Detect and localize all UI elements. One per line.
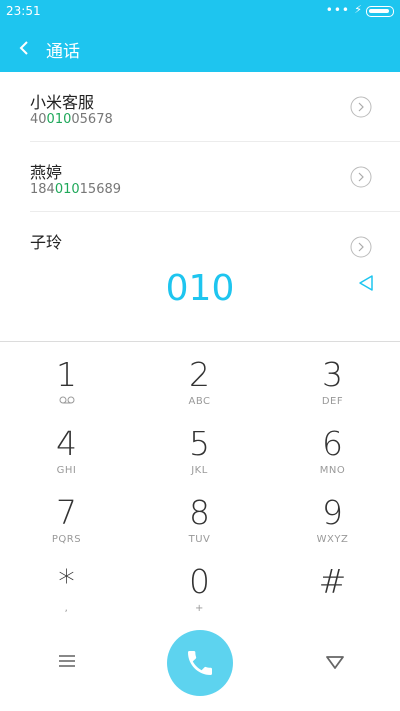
back-arrow-icon[interactable]	[14, 36, 36, 60]
number-suffix: 15689	[79, 182, 122, 197]
contact-number: 4001005678	[30, 112, 113, 127]
charging-icon: ⚡	[354, 3, 362, 16]
key-2[interactable]: 2 ABC	[133, 346, 266, 414]
dialed-number: 010	[165, 268, 235, 309]
contact-match-list: 小米客服 4001005678 燕婷 18401015689 子玲	[0, 72, 400, 258]
key-1[interactable]: 1	[0, 346, 133, 414]
number-match: 010	[46, 112, 72, 127]
key-letters: TUV	[188, 534, 211, 545]
key-digit: 9	[322, 493, 343, 532]
backspace-icon[interactable]	[358, 274, 374, 292]
key-digit: 6	[322, 424, 343, 463]
signal-dots-icon: •••	[325, 3, 350, 17]
contact-name: 小米客服	[30, 93, 95, 112]
status-bar: 23:51 ••• ⚡	[0, 0, 400, 24]
key-digit: 2	[189, 355, 210, 394]
contact-item[interactable]: 燕婷 18401015689	[30, 142, 400, 212]
key-8[interactable]: 8 TUV	[133, 484, 266, 552]
number-match: 010	[54, 182, 80, 197]
key-9[interactable]: 9 WXYZ	[266, 484, 399, 552]
key-digit: #	[318, 562, 347, 601]
contact-details-arrow-icon[interactable]	[350, 166, 372, 188]
key-letters: MNO	[319, 465, 346, 476]
key-digit: 1	[56, 355, 77, 394]
contact-details-arrow-icon[interactable]	[350, 96, 372, 118]
menu-icon[interactable]	[52, 650, 82, 672]
key-hash[interactable]: #	[266, 553, 399, 621]
voicemail-icon	[59, 396, 74, 404]
key-letters: +	[195, 603, 204, 614]
key-letters: GHI	[56, 465, 77, 476]
key-6[interactable]: 6 MNO	[266, 415, 399, 483]
page-title: 通话	[46, 42, 80, 62]
key-letters: ,	[64, 603, 69, 614]
key-digit: 5	[189, 424, 210, 463]
contact-name: 燕婷	[30, 163, 63, 182]
phone-icon	[188, 651, 212, 675]
number-prefix: 40	[30, 112, 47, 127]
key-letters: ABC	[188, 396, 211, 407]
key-digit: 8	[189, 493, 210, 532]
key-digit: 4	[56, 424, 77, 463]
key-0[interactable]: 0 +	[133, 553, 266, 621]
number-prefix: 184	[30, 182, 55, 197]
key-star[interactable]: * ,	[0, 553, 133, 621]
key-letters: DEF	[321, 396, 344, 407]
key-digit: *	[58, 562, 75, 601]
key-digit: 7	[56, 493, 77, 532]
key-letters: JKL	[191, 465, 208, 476]
key-5[interactable]: 5 JKL	[133, 415, 266, 483]
call-button[interactable]	[167, 630, 233, 696]
contact-name: 子玲	[30, 233, 63, 252]
key-4[interactable]: 4 GHI	[0, 415, 133, 483]
contact-details-arrow-icon[interactable]	[350, 236, 372, 258]
key-digit: 3	[322, 355, 343, 394]
dialer-actions	[0, 628, 400, 698]
status-time: 23:51	[6, 4, 41, 18]
contact-item[interactable]: 小米客服 4001005678	[30, 72, 400, 142]
number-suffix: 05678	[71, 112, 113, 127]
battery-icon	[366, 6, 394, 17]
key-letters: WXYZ	[316, 534, 349, 545]
dial-display: 010	[0, 258, 400, 342]
key-letters: PQRS	[51, 534, 82, 545]
key-7[interactable]: 7 PQRS	[0, 484, 133, 552]
app-bar: 通话	[0, 24, 400, 72]
contact-number: 18401015689	[30, 182, 121, 197]
hide-keypad-icon[interactable]	[322, 652, 348, 672]
contact-item[interactable]: 子玲	[30, 212, 400, 258]
key-3[interactable]: 3 DEF	[266, 346, 399, 414]
key-digit: 0	[189, 562, 210, 601]
